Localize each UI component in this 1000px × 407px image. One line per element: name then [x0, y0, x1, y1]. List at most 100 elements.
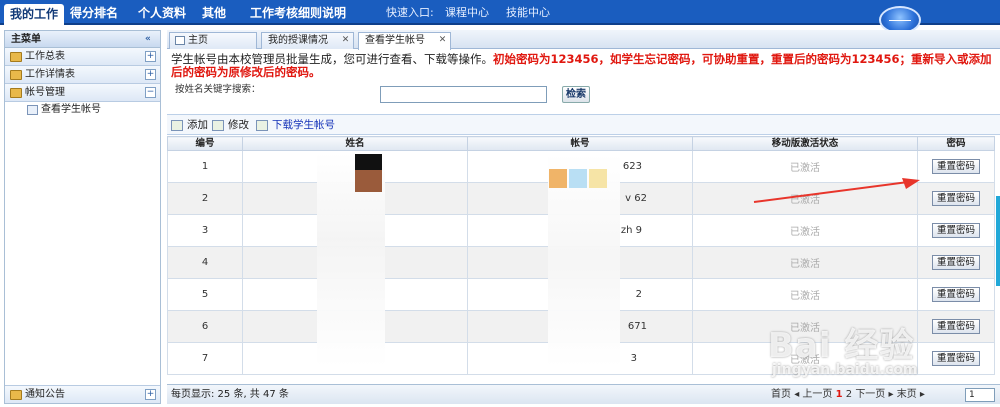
redaction-overlay [589, 169, 607, 188]
cell-number: 7 [167, 342, 243, 375]
sidebar-title: 主菜单 [11, 34, 41, 45]
tab-home[interactable]: 主页 [169, 32, 257, 49]
pagination-bar: 每页显示: 25 条, 共 47 条 首页 ◂ 上一页 1 2 下一页 ▸ 末页… [167, 384, 1000, 404]
edit-icon [212, 120, 224, 131]
folder-icon [10, 70, 22, 80]
sidebar-subitem-view-student-accounts[interactable]: 查看学生帐号 [5, 102, 160, 118]
expand-icon[interactable]: + [145, 389, 156, 400]
cell-number: 4 [167, 246, 243, 279]
column-header-account[interactable]: 帐号 [467, 136, 693, 151]
prev-icon: ◂ [794, 389, 800, 400]
page-link-current[interactable]: 1 [836, 389, 843, 400]
next-page-link[interactable]: 下一页 [855, 389, 885, 400]
tab-label: 查看学生帐号 [365, 35, 425, 46]
cell-action: 重置密码 [917, 278, 995, 311]
nav-tab-score-ranking[interactable]: 得分排名 [64, 3, 124, 23]
cell-action: 重置密码 [917, 214, 995, 247]
collapse-icon[interactable]: − [145, 87, 156, 98]
column-header-name[interactable]: 姓名 [242, 136, 468, 151]
cell-status: 已激活 [692, 246, 918, 279]
collapse-sidebar-icon[interactable]: « [145, 34, 156, 44]
cell-action: 重置密码 [917, 246, 995, 279]
tab-view-student-accounts[interactable]: 查看学生帐号 ✕ [358, 32, 451, 50]
pagination-info: 每页显示: 25 条, 共 47 条 [171, 389, 289, 400]
nav-tab-my-work[interactable]: 我的工作 [4, 4, 65, 25]
last-page-link[interactable]: 末页 [897, 389, 917, 400]
column-header-password[interactable]: 密码 [917, 136, 995, 151]
cell-number: 2 [167, 182, 243, 215]
sidebar-item-label: 帐号管理 [25, 87, 65, 98]
cell-status: 已激活 [692, 278, 918, 311]
quick-entry-label: 快速入口: [386, 6, 434, 19]
sidebar-header: 主菜单 « [5, 31, 160, 48]
nav-tab-assessment-rules[interactable]: 工作考核细则说明 [244, 3, 352, 23]
sidebar-item-notices[interactable]: 通知公告 + [5, 385, 160, 403]
search-label: 按姓名关键字搜索： [175, 84, 261, 95]
expand-icon[interactable]: + [145, 69, 156, 80]
cell-status: 已激活 [692, 214, 918, 247]
cell-number: 6 [167, 310, 243, 343]
redaction-overlay [569, 169, 587, 188]
add-label: 添加 [187, 119, 208, 131]
cell-number: 5 [167, 278, 243, 311]
table-header-row: 编号 姓名 帐号 移动版激活状态 密码 [167, 136, 995, 151]
expand-icon[interactable]: + [145, 51, 156, 62]
download-accounts-button[interactable]: 下载学生帐号 [256, 115, 335, 136]
warning-text-line2: 后的密码为原修改后的密码。 [171, 65, 321, 79]
column-header-mobile-status[interactable]: 移动版激活状态 [692, 136, 918, 151]
search-button[interactable]: 检索 [562, 86, 590, 103]
add-icon [171, 120, 183, 131]
close-icon[interactable]: ✕ [438, 36, 447, 45]
close-icon[interactable]: ✕ [341, 36, 350, 45]
cell-action: 重置密码 [917, 182, 995, 215]
page-link-2[interactable]: 2 [846, 389, 852, 400]
prev-page-link[interactable]: 上一页 [802, 389, 832, 400]
column-header-number[interactable]: 编号 [167, 136, 243, 151]
home-icon [175, 36, 185, 45]
redaction-overlay [549, 169, 567, 188]
sidebar-item-work-details[interactable]: 工作详情表 + [5, 66, 160, 84]
edit-button[interactable]: 修改 [212, 115, 249, 136]
cell-status: 已激活 [692, 182, 918, 215]
scrollbar[interactable] [996, 196, 1000, 286]
tab-label: 我的授课情况 [268, 35, 328, 46]
sidebar-subitem-label: 查看学生帐号 [41, 104, 101, 115]
reset-password-button[interactable]: 重置密码 [932, 159, 980, 174]
sidebar-item-label: 工作总表 [25, 51, 65, 62]
tab-my-teaching[interactable]: 我的授课情况 ✕ [261, 32, 354, 49]
sidebar-item-label: 工作详情表 [25, 69, 75, 80]
reset-password-button[interactable]: 重置密码 [932, 255, 980, 270]
folder-icon [10, 52, 22, 62]
sidebar-item-work-summary[interactable]: 工作总表 + [5, 48, 160, 66]
redaction-overlay [355, 154, 382, 171]
reset-password-button[interactable]: 重置密码 [932, 287, 980, 302]
cell-status: 已激活 [692, 150, 918, 183]
quick-link-skill-center[interactable]: 技能中心 [506, 3, 550, 23]
sidebar-item-label: 通知公告 [25, 389, 65, 400]
first-page-link[interactable]: 首页 [771, 389, 791, 400]
reset-password-button[interactable]: 重置密码 [932, 351, 980, 366]
top-navigation: 我的工作 得分排名 个人资料 其他 工作考核细则说明 快速入口: 课程中心 技能… [0, 0, 1000, 34]
reset-password-button[interactable]: 重置密码 [932, 223, 980, 238]
folder-icon [10, 88, 22, 98]
reset-password-button[interactable]: 重置密码 [932, 319, 980, 334]
sidebar-item-account-management[interactable]: 帐号管理 − [5, 84, 160, 102]
cell-number: 3 [167, 214, 243, 247]
name-search-input[interactable] [380, 86, 547, 103]
download-icon [256, 120, 268, 131]
edit-label: 修改 [228, 119, 249, 131]
download-label: 下载学生帐号 [272, 119, 335, 131]
add-button[interactable]: 添加 [171, 115, 208, 136]
nav-tab-profile[interactable]: 个人资料 [132, 3, 192, 23]
next-icon: ▸ [888, 389, 897, 400]
folder-icon [10, 390, 22, 400]
quick-link-course-center[interactable]: 课程中心 [445, 3, 489, 23]
cell-number: 1 [167, 150, 243, 183]
page-number-input[interactable]: 1 [965, 388, 995, 402]
sidebar: 主菜单 « 工作总表 + 工作详情表 + 帐号管理 − 查看学生帐号 通知公告 … [4, 30, 161, 404]
page-tab-bar: 主页 我的授课情况 ✕ 查看学生帐号 ✕ [167, 30, 1000, 50]
page-icon [27, 105, 38, 115]
cell-action: 重置密码 [917, 310, 995, 343]
reset-password-button[interactable]: 重置密码 [932, 191, 980, 206]
nav-tab-other[interactable]: 其他 [196, 3, 232, 23]
